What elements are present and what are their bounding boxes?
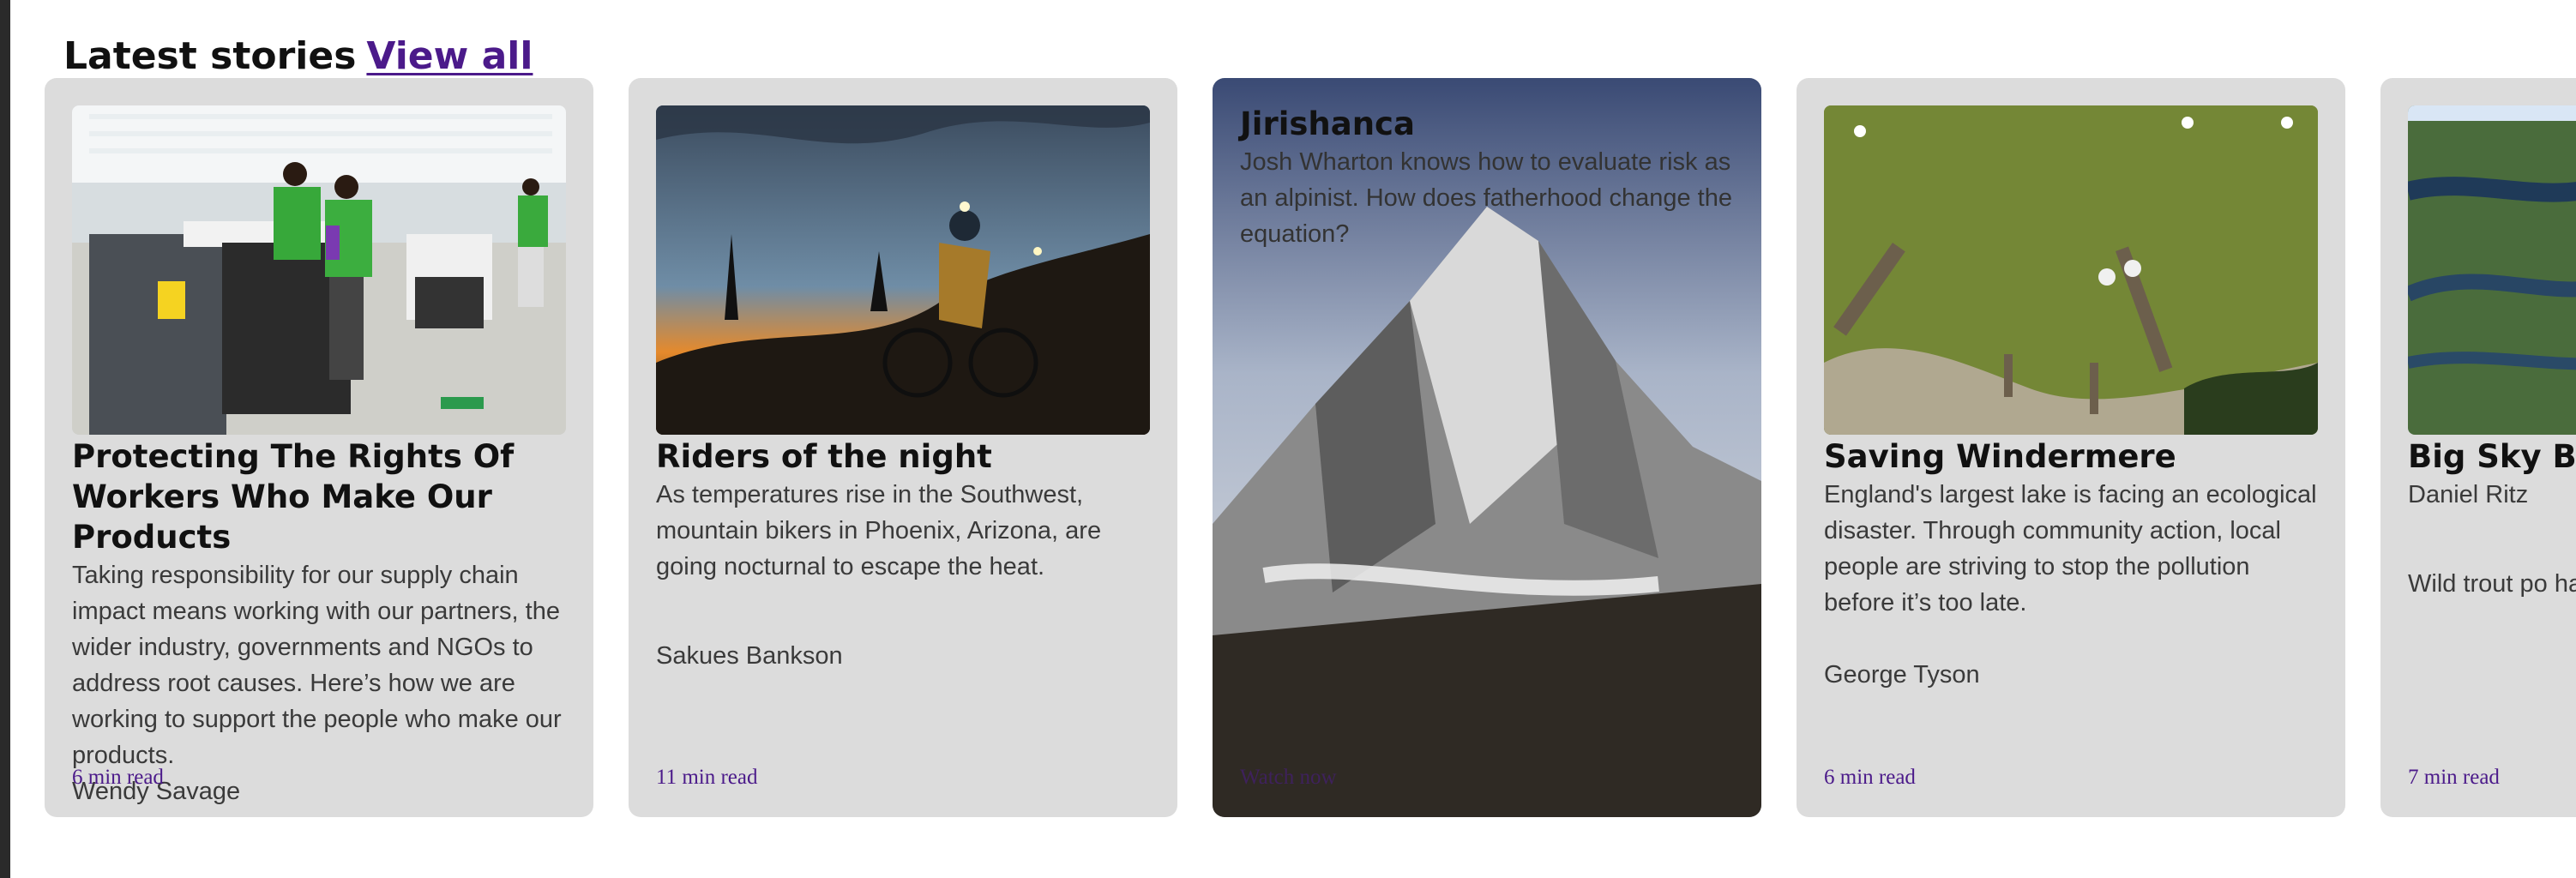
story-title[interactable]: Saving Windermere xyxy=(1824,436,2321,477)
story-description: Wild trout po have collaps enough is en xyxy=(2408,570,2576,598)
watch-now-link[interactable]: Watch now xyxy=(1240,766,1337,790)
stories-carousel[interactable]: Protecting The Rights Of Workers Who Mak… xyxy=(0,0,2576,878)
story-author: Daniel Ritz xyxy=(2408,481,2529,508)
story-description: England's largest lake is facing an ecol… xyxy=(1824,481,2317,616)
story-title[interactable]: Big Sky B xyxy=(2408,436,2576,477)
story-overlay-text: Jirishanca Josh Wharton knows how to eva… xyxy=(1240,104,1737,252)
story-author: Sakues Bankson xyxy=(656,642,843,670)
river-valley-photo xyxy=(2408,105,2576,435)
read-time: 6 min read xyxy=(72,766,164,789)
read-time: 11 min read xyxy=(656,766,758,789)
story-card-jirishanca[interactable]: Jirishanca Josh Wharton knows how to eva… xyxy=(1213,78,1761,817)
story-title[interactable]: Jirishanca xyxy=(1240,104,1737,144)
factory-photo xyxy=(72,105,566,435)
story-card-windermere[interactable]: Saving Windermere England's largest lake… xyxy=(1797,78,2345,817)
story-author: George Tyson xyxy=(1824,661,1980,689)
story-title[interactable]: Protecting The Rights Of Workers Who Mak… xyxy=(72,436,569,557)
story-description: Josh Wharton knows how to evaluate risk … xyxy=(1240,148,1732,248)
read-time: 6 min read xyxy=(1824,766,1916,789)
story-description: Taking responsibility for our supply cha… xyxy=(72,562,562,769)
story-description: As temperatures rise in the Southwest, m… xyxy=(656,481,1102,580)
night-biker-photo xyxy=(656,105,1150,435)
story-card-riders[interactable]: Riders of the night As temperatures rise… xyxy=(629,78,1177,817)
story-card-content: Protecting The Rights Of Workers Who Mak… xyxy=(72,436,569,809)
story-card-content: Big Sky B Daniel Ritz Wild trout po have… xyxy=(2408,436,2576,602)
story-title[interactable]: Riders of the night xyxy=(656,436,1153,477)
read-time: 7 min read xyxy=(2408,766,2500,789)
story-card-content: Saving Windermere England's largest lake… xyxy=(1824,436,2321,693)
story-card-workers[interactable]: Protecting The Rights Of Workers Who Mak… xyxy=(45,78,593,817)
story-card-big-sky[interactable]: Big Sky B Daniel Ritz Wild trout po have… xyxy=(2380,78,2576,817)
story-card-content: Riders of the night As temperatures rise… xyxy=(656,436,1153,674)
lake-photo xyxy=(1824,105,2318,435)
